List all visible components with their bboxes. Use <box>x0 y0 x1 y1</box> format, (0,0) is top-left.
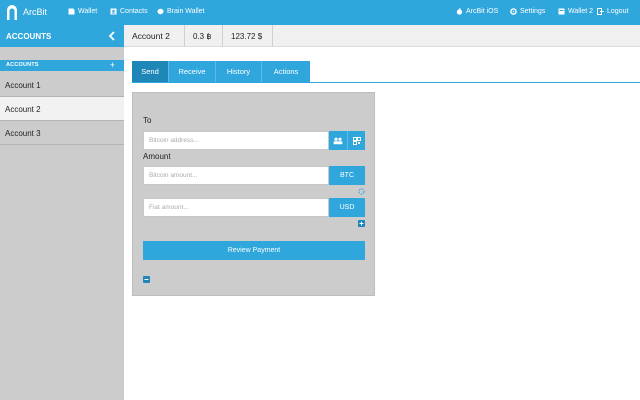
brain-icon <box>157 8 164 15</box>
account-bar: Account 2 0.3 ฿ 123.72 $ <box>124 25 640 47</box>
swap-icon[interactable] <box>358 188 365 195</box>
wallet-icon <box>68 8 75 15</box>
to-label: To <box>143 116 152 125</box>
contacts-icon <box>110 8 117 15</box>
tab-history[interactable]: History <box>216 61 262 82</box>
nav-arcbit-ios[interactable]: ArcBit iOS <box>456 8 498 15</box>
tab-receive[interactable]: Receive <box>169 61 216 82</box>
brand-name: ArcBit <box>23 7 48 17</box>
logo[interactable]: ArcBit <box>6 3 47 21</box>
fiat-amount-input[interactable]: Fiat amount... <box>143 198 329 217</box>
add-account-button[interactable]: + <box>110 60 115 70</box>
sidebar-header: ACCOUNTS <box>0 25 124 47</box>
nav-wallet-label: Wallet <box>78 8 98 15</box>
tab-divider <box>132 82 640 83</box>
nav-brain-wallet-label: Brain Wallet <box>167 8 205 15</box>
accounts-section-header: ACCOUNTS + <box>0 60 124 71</box>
logout-icon <box>597 8 604 15</box>
account-label: Account 1 <box>5 81 41 90</box>
send-panel: To Bitcoin address... Amount Bitcoin amo… <box>132 92 375 296</box>
nav-contacts-label: Contacts <box>120 8 148 15</box>
arcbit-logo-icon <box>7 5 17 20</box>
minus-icon[interactable] <box>143 276 150 283</box>
sidebar-title: ACCOUNTS <box>6 32 52 41</box>
nav-settings[interactable]: Settings <box>510 8 545 15</box>
tab-bar: Send Receive History Actions <box>132 61 310 82</box>
btc-unit-button[interactable]: BTC <box>329 166 365 185</box>
tab-send[interactable]: Send <box>132 61 169 82</box>
qr-scan-button[interactable] <box>347 131 365 150</box>
amount-label: Amount <box>143 152 171 161</box>
bitcoin-amount-input[interactable]: Bitcoin amount... <box>143 166 329 185</box>
apple-icon <box>456 8 463 15</box>
account-label: Account 2 <box>5 105 41 114</box>
sidebar-item-account-3[interactable]: Account 3 <box>0 121 124 145</box>
nav-brain-wallet[interactable]: Brain Wallet <box>157 8 204 15</box>
accounts-section-label: ACCOUNTS <box>6 62 39 68</box>
top-nav: ArcBit Wallet Contacts Brain Wallet ArcB… <box>0 0 640 25</box>
account-name: Account 2 <box>124 25 185 47</box>
fiat-balance[interactable]: 123.72 $ <box>223 25 273 47</box>
nav-wallet[interactable]: Wallet <box>68 8 97 15</box>
nav-logout[interactable]: Logout <box>597 8 628 15</box>
tab-actions[interactable]: Actions <box>262 61 310 82</box>
contacts-picker-button[interactable] <box>329 131 347 150</box>
nav-arcbit-ios-label: ArcBit iOS <box>466 8 499 15</box>
usd-unit-button[interactable]: USD <box>329 198 365 217</box>
account-label: Account 3 <box>5 129 41 138</box>
sidebar-item-account-1[interactable]: Account 1 <box>0 73 124 97</box>
nav-wallet-2[interactable]: Wallet 2 <box>558 8 593 15</box>
wallet-icon <box>558 8 565 15</box>
nav-settings-label: Settings <box>520 8 546 15</box>
chevron-left-icon[interactable] <box>108 31 116 41</box>
nav-wallet-2-label: Wallet 2 <box>568 8 594 15</box>
qr-icon <box>352 136 361 145</box>
review-payment-button[interactable]: Review Payment <box>143 241 365 260</box>
btc-balance[interactable]: 0.3 ฿ <box>185 25 223 47</box>
sidebar: ACCOUNTS ACCOUNTS + Account 1 Account 2 … <box>0 25 124 400</box>
gear-icon <box>510 8 517 15</box>
bitcoin-address-input[interactable]: Bitcoin address... <box>143 131 329 150</box>
plus-icon[interactable] <box>358 220 365 227</box>
sidebar-item-account-2[interactable]: Account 2 <box>0 97 124 121</box>
nav-logout-label: Logout <box>607 8 629 15</box>
contacts-picker-icon <box>333 137 343 144</box>
nav-contacts[interactable]: Contacts <box>110 8 148 15</box>
